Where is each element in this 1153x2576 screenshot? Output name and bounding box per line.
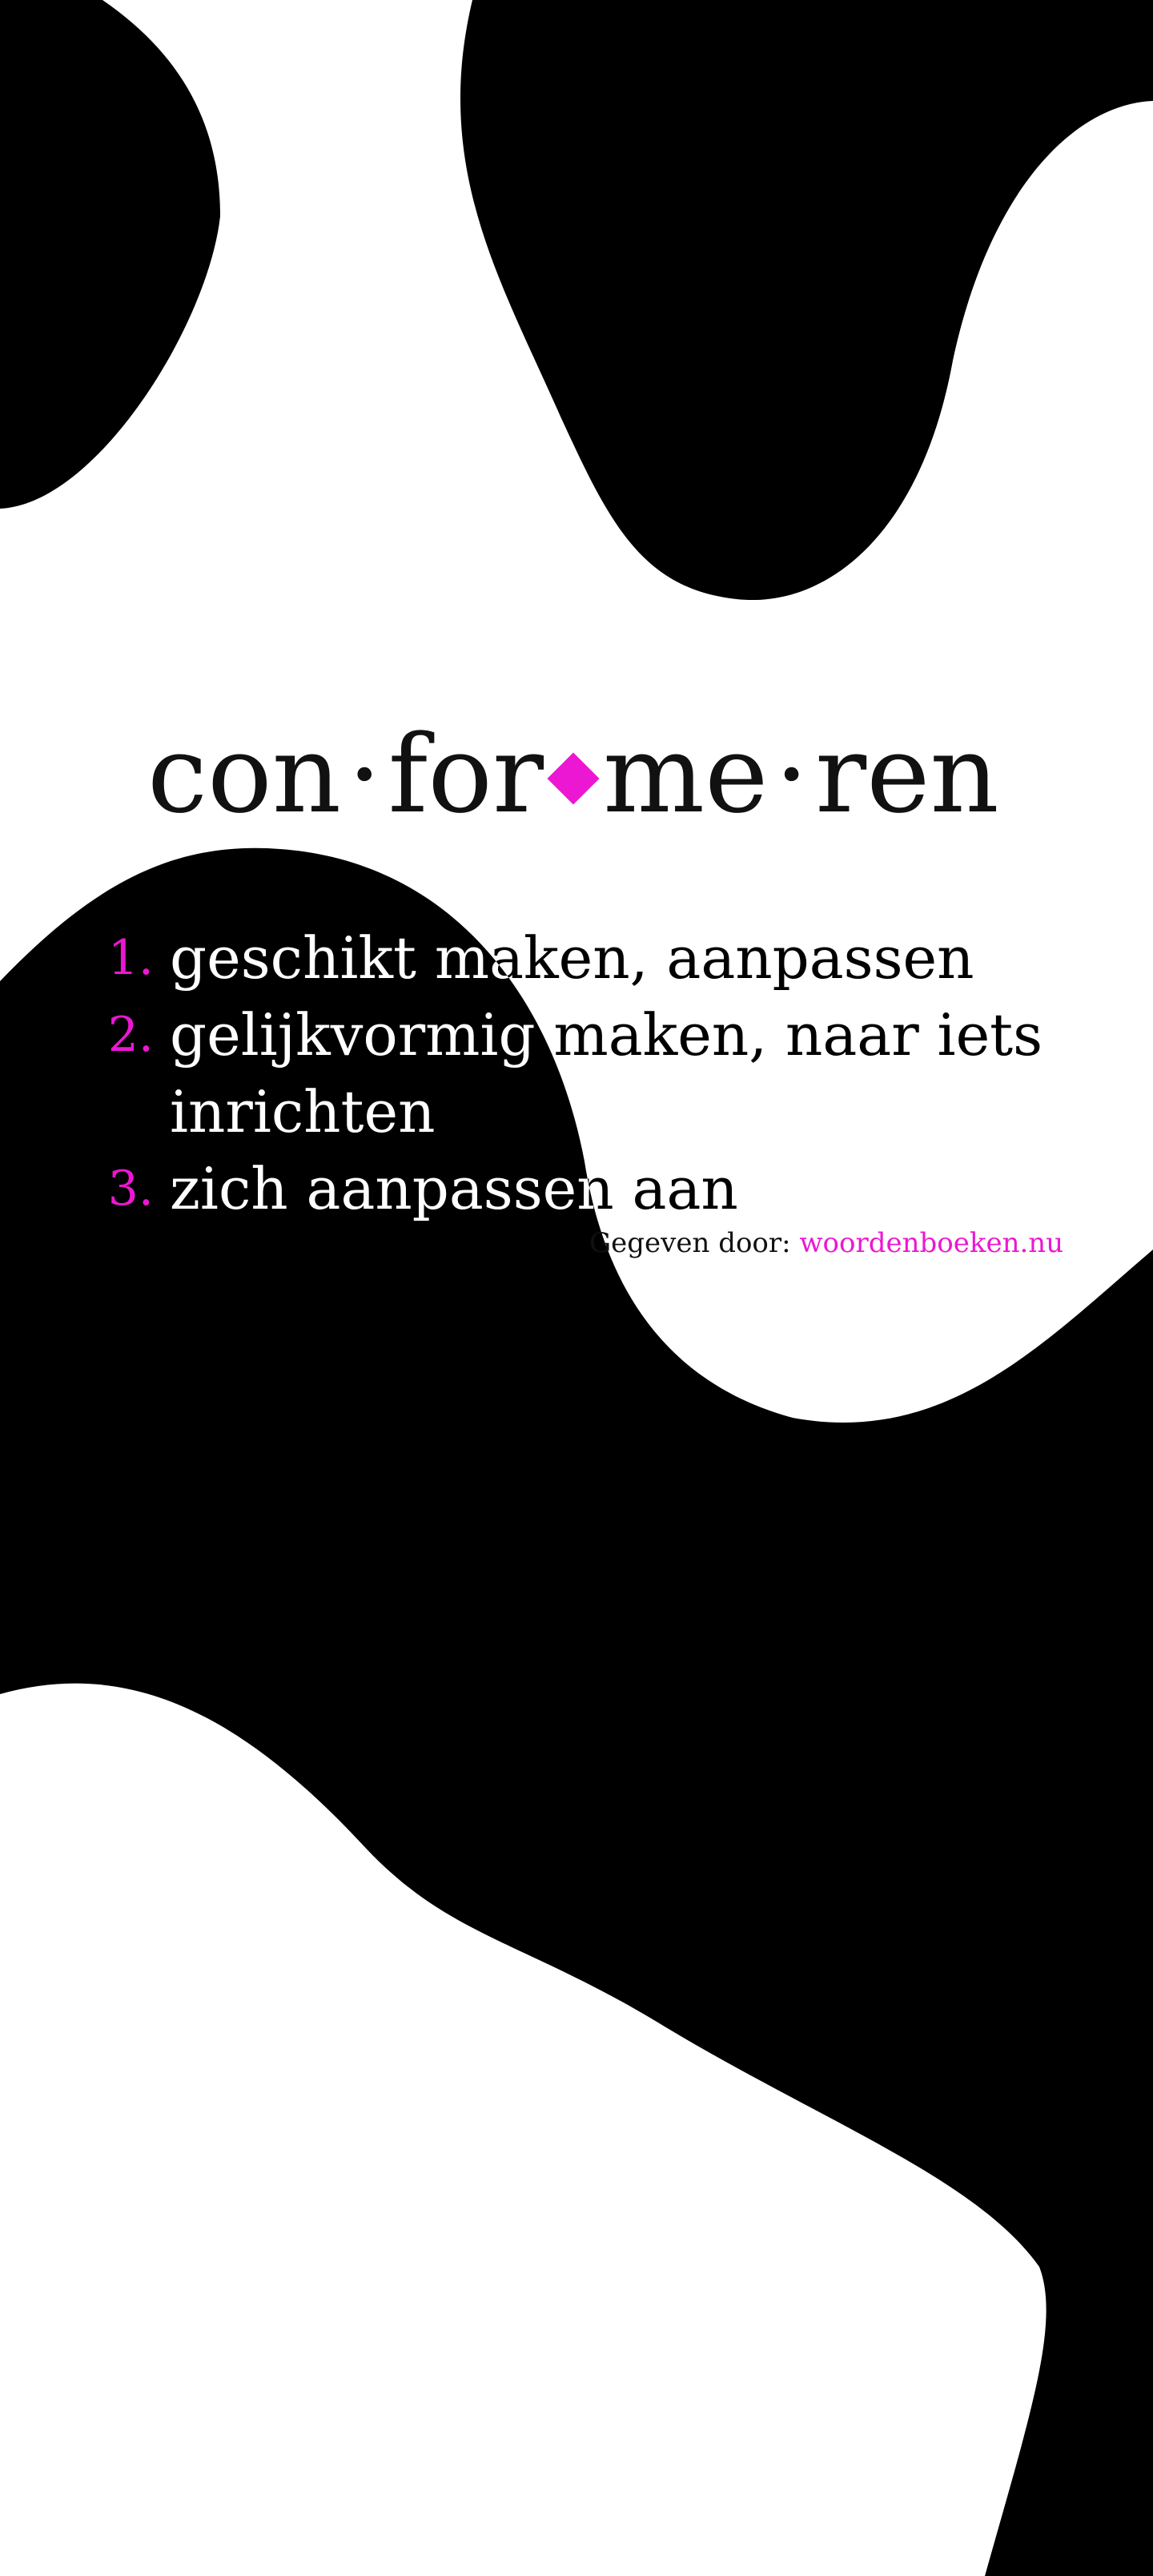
syllable-2: for: [388, 712, 544, 837]
syllable-dot-2: ·: [774, 712, 810, 837]
definition-number: 3.: [107, 1161, 154, 1217]
definition-number: 2.: [107, 1007, 154, 1063]
source-link[interactable]: woordenboeken.nu: [799, 1227, 1063, 1259]
definition-list: 1. geschikt maken, aanpassen 2. gelijkvo…: [96, 920, 1073, 1227]
credit-label: Gegeven door:: [589, 1227, 791, 1259]
syllable-4: ren: [815, 712, 999, 837]
headword: con·for me·ren: [147, 721, 999, 828]
definition-card: con·for me·ren 1. geschikt maken, aanpass…: [0, 0, 1153, 2576]
source-credit: Gegeven door: woordenboeken.nu: [589, 1224, 1063, 1262]
definition-text: gelijkvormig maken, naar iets inrichten: [170, 1001, 1043, 1145]
definition-item-1: 1. geschikt maken, aanpassen: [96, 920, 1073, 996]
definition-text: zich aanpassen aan: [170, 1155, 738, 1222]
definition-number: 1.: [107, 930, 154, 986]
definition-item-3: 3. zich aanpassen aan: [96, 1150, 1073, 1227]
definition-item-2: 2. gelijkvormig maken, naar iets inricht…: [96, 996, 1073, 1150]
blob-top-left: [0, 0, 220, 509]
diamond-icon: [547, 752, 600, 805]
syllable-1: con: [147, 712, 342, 837]
definition-text: geschikt maken, aanpassen: [170, 924, 974, 992]
syllable-dot-1: ·: [348, 712, 382, 837]
syllable-3: me: [603, 712, 769, 837]
blob-background: [0, 0, 1153, 2576]
blob-top-right: [460, 0, 1153, 601]
